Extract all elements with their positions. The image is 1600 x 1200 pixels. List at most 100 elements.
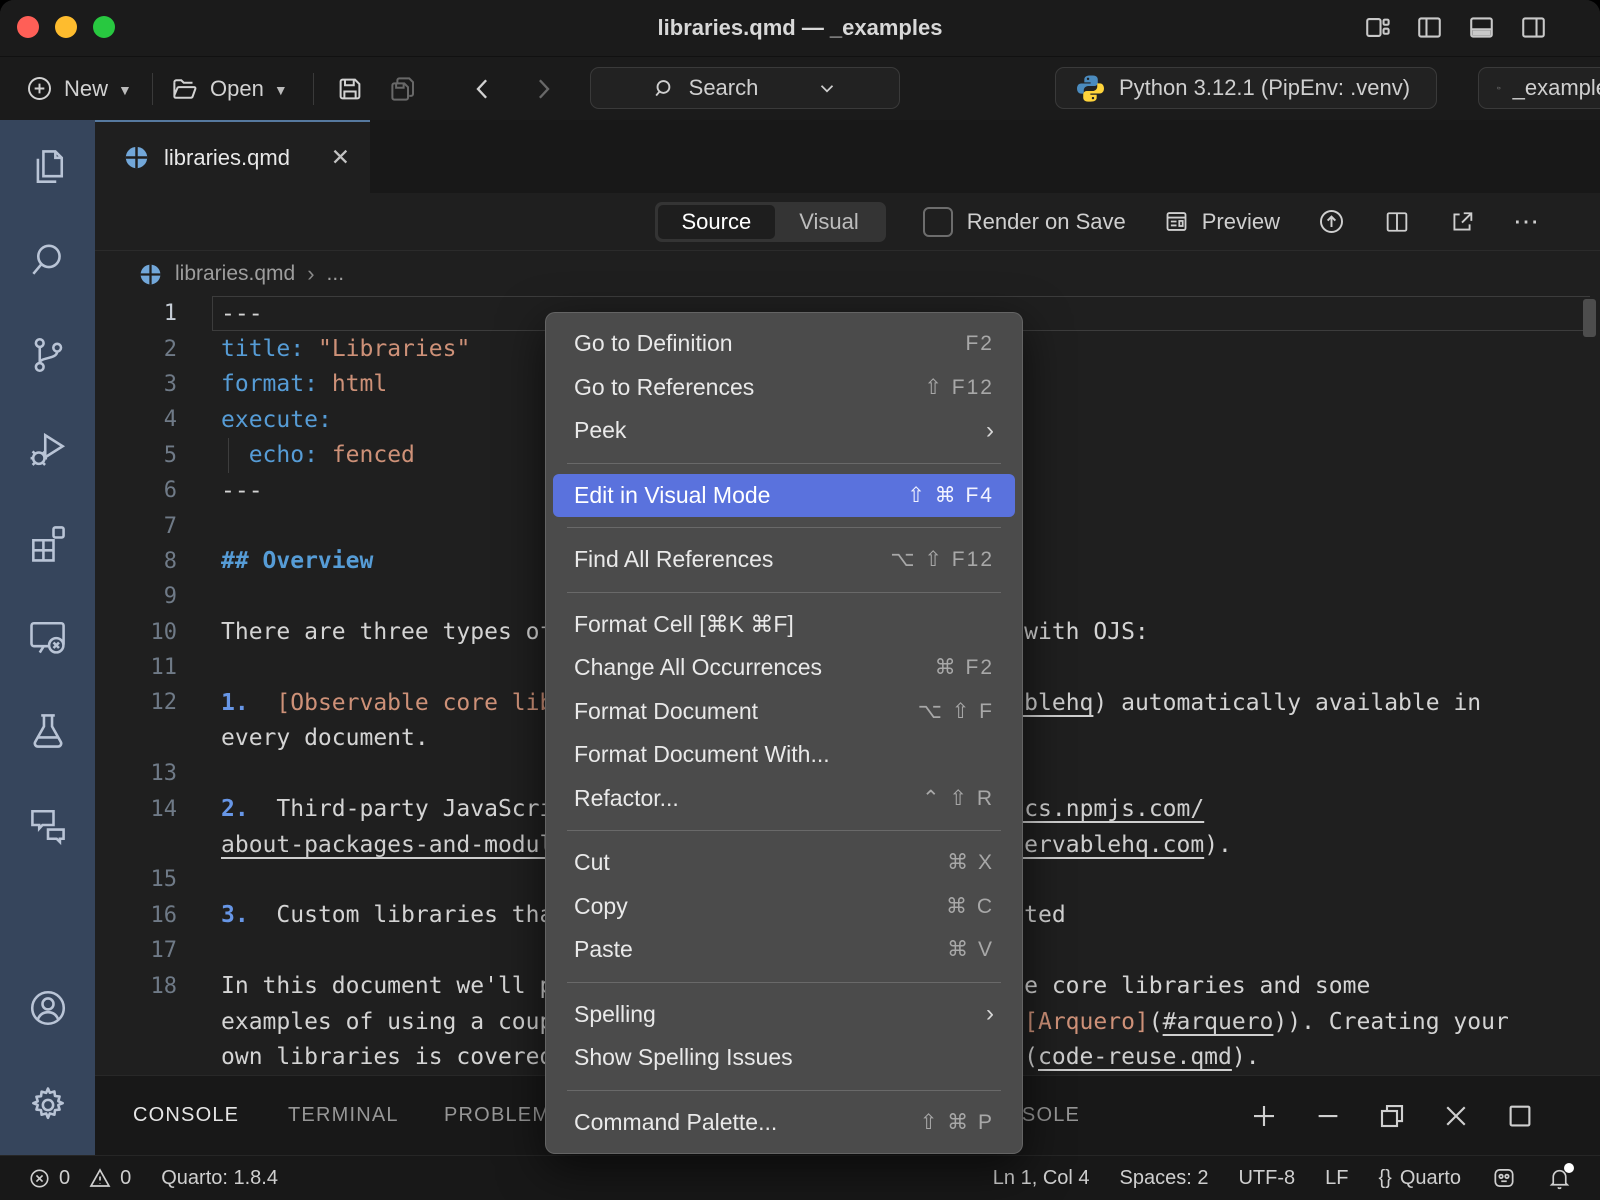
save-button[interactable] — [335, 57, 365, 120]
account-icon[interactable] — [0, 961, 95, 1055]
feedback-button[interactable] — [1491, 1165, 1517, 1191]
indentation-status[interactable]: Spaces: 2 — [1120, 1167, 1209, 1190]
menu-item-cut[interactable]: Cut⌘ X — [553, 841, 1015, 885]
explorer-icon[interactable] — [0, 120, 95, 214]
quarto-version-status[interactable]: Quarto: 1.8.4 — [161, 1167, 278, 1190]
menu-item-command-palette[interactable]: Command Palette...⇧ ⌘ P — [553, 1101, 1015, 1145]
menu-shortcut: ⇧ F12 — [924, 375, 994, 400]
problems-status[interactable]: 0 0 — [28, 1166, 131, 1190]
new-console-icon[interactable] — [1249, 1101, 1279, 1131]
toggle-sidebar-icon[interactable] — [1415, 13, 1444, 42]
navigate-back-button[interactable] — [468, 57, 498, 120]
menu-separator — [567, 463, 1001, 464]
run-debug-icon[interactable] — [0, 402, 95, 496]
breadcrumb-more[interactable]: ... — [327, 262, 345, 286]
activity-bar — [0, 120, 95, 1155]
close-tab-icon[interactable]: ✕ — [331, 144, 350, 171]
cursor-position-status[interactable]: Ln 1, Col 4 — [993, 1167, 1090, 1190]
line-number: 15 — [95, 867, 177, 892]
search-icon[interactable] — [0, 214, 95, 308]
folder-icon — [1497, 73, 1501, 103]
more-actions-icon[interactable]: ⋯ — [1513, 206, 1542, 237]
workspace-selector[interactable]: _examples — [1478, 67, 1600, 109]
open-button[interactable]: Open ▼ — [170, 57, 288, 120]
feedback-smiley-icon — [1491, 1165, 1517, 1191]
error-count: 0 — [59, 1167, 70, 1190]
new-button-label: New — [64, 76, 108, 102]
save-all-button[interactable] — [388, 57, 418, 120]
menu-shortcut: ⌃ ⇧ R — [922, 786, 994, 811]
menu-item-find-all-references[interactable]: Find All References⌥ ⇧ F12 — [553, 538, 1015, 582]
notifications-button[interactable] — [1547, 1166, 1572, 1191]
workspace-label: _examples — [1513, 75, 1600, 101]
menu-shortcut: ⌘ C — [946, 894, 994, 919]
source-mode-button[interactable]: Source — [658, 205, 776, 239]
menu-item-spelling[interactable]: Spelling› — [553, 993, 1015, 1037]
menu-separator — [567, 830, 1001, 831]
menu-item-paste[interactable]: Paste⌘ V — [553, 928, 1015, 972]
line-number: 5 — [95, 443, 177, 468]
line-number: 17 — [95, 938, 177, 963]
line-number: 7 — [95, 514, 177, 539]
panel-tab-terminal[interactable]: TERMINAL — [288, 1076, 399, 1155]
close-panel-icon[interactable] — [1441, 1101, 1471, 1131]
breadcrumb[interactable]: libraries.qmd › ... — [95, 252, 1600, 296]
menu-item-go-to-references[interactable]: Go to References⇧ F12 — [553, 366, 1015, 410]
menu-item-show-spelling-issues[interactable]: Show Spelling Issues — [553, 1036, 1015, 1080]
split-editor-icon[interactable] — [1383, 208, 1411, 236]
render-publish-icon[interactable] — [1317, 207, 1346, 236]
minimize-panel-icon[interactable] — [1313, 1101, 1343, 1131]
navigate-forward-button[interactable] — [528, 57, 558, 120]
line-number: 1 — [95, 301, 177, 326]
eol-status[interactable]: LF — [1325, 1167, 1348, 1190]
panel-layout-icon[interactable] — [1505, 1101, 1535, 1131]
notification-badge — [1564, 1163, 1574, 1173]
source-control-icon[interactable] — [0, 308, 95, 402]
toggle-secondary-sidebar-icon[interactable] — [1519, 13, 1548, 42]
preview-icon — [1163, 208, 1190, 235]
render-on-save-checkbox[interactable] — [923, 207, 953, 237]
language-mode-status[interactable]: {} Quarto — [1378, 1167, 1461, 1190]
settings-gear-icon[interactable] — [0, 1055, 95, 1155]
restore-panel-icon[interactable] — [1377, 1101, 1407, 1131]
menu-item-go-to-definition[interactable]: Go to DefinitionF2 — [553, 322, 1015, 366]
encoding-status[interactable]: UTF-8 — [1238, 1167, 1295, 1190]
panel-tab-console[interactable]: CONSOLE — [133, 1076, 239, 1157]
line-number: 10 — [95, 620, 177, 645]
menu-item-refactor[interactable]: Refactor...⌃ ⇧ R — [553, 777, 1015, 821]
line-number: 11 — [95, 655, 177, 680]
sessions-icon[interactable] — [0, 590, 95, 684]
breadcrumb-file[interactable]: libraries.qmd — [175, 262, 295, 286]
python-icon — [1074, 72, 1107, 105]
search-input[interactable]: Search — [590, 67, 900, 109]
menu-item-format-cell-k-f[interactable]: Format Cell [⌘K ⌘F] — [553, 603, 1015, 647]
preview-button[interactable]: Preview — [1163, 208, 1280, 235]
interpreter-selector[interactable]: Python 3.12.1 (PipEnv: .venv) — [1055, 67, 1437, 109]
menu-item-format-document[interactable]: Format Document⌥ ⇧ F — [553, 690, 1015, 734]
menu-item-format-document-with[interactable]: Format Document With... — [553, 733, 1015, 777]
tab-libraries-qmd[interactable]: libraries.qmd ✕ — [95, 120, 370, 193]
new-button[interactable]: New ▼ — [25, 57, 132, 120]
line-number: 18 — [95, 974, 177, 999]
chevron-down-icon: ▼ — [118, 82, 132, 98]
menu-item-change-all-occurrences[interactable]: Change All Occurrences⌘ F2 — [553, 646, 1015, 690]
extensions-icon[interactable] — [0, 496, 95, 590]
submenu-chevron-icon: › — [986, 417, 994, 445]
menu-item-edit-in-visual-mode[interactable]: Edit in Visual Mode⇧ ⌘ F4 — [553, 474, 1015, 518]
menu-item-peek[interactable]: Peek› — [553, 409, 1015, 453]
chat-icon[interactable] — [0, 778, 95, 872]
context-menu: Go to DefinitionF2Go to References⇧ F12P… — [545, 312, 1023, 1154]
menu-separator — [567, 1090, 1001, 1091]
toggle-panel-icon[interactable] — [1467, 13, 1496, 42]
status-bar: 0 0 Quarto: 1.8.4 Ln 1, Col 4 Spaces: 2 … — [0, 1155, 1600, 1200]
testing-icon[interactable] — [0, 684, 95, 778]
menu-item-copy[interactable]: Copy⌘ C — [553, 885, 1015, 929]
line-number: 6 — [95, 478, 177, 503]
menu-shortcut: ⇧ ⌘ F4 — [907, 483, 994, 508]
open-in-new-window-icon[interactable] — [1448, 208, 1476, 236]
quarto-file-icon — [123, 144, 150, 171]
editor-scrollbar[interactable] — [1583, 299, 1596, 337]
editor-action-bar: Source Visual Render on Save Preview ⋯ — [95, 193, 1600, 251]
customize-layout-icon[interactable] — [1363, 13, 1392, 42]
visual-mode-button[interactable]: Visual — [775, 205, 883, 239]
